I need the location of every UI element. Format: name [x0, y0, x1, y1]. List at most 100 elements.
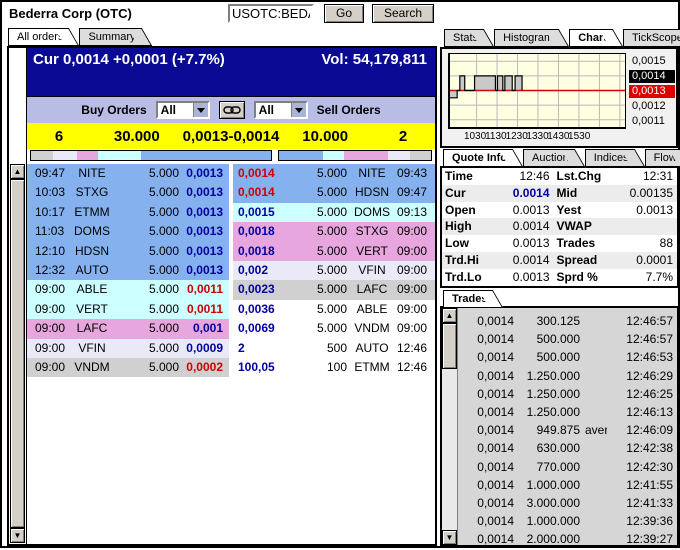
- trade-time: 12:39:27: [607, 530, 677, 548]
- tab-stats[interactable]: Stats: [444, 29, 482, 47]
- trade-row[interactable]: 0,00143.000.00012:41:33: [458, 494, 677, 512]
- trade-row[interactable]: 0,0014630.00012:42:38: [458, 439, 677, 457]
- order-price: 0,0013: [179, 164, 229, 183]
- trade-size: 630.000: [514, 439, 580, 457]
- order-row[interactable]: 09:00VFIN5.0000,0009: [27, 339, 229, 358]
- tab-all-orders[interactable]: All orders: [8, 28, 67, 46]
- trade-row[interactable]: 0,0014500.00012:46:53: [458, 348, 677, 366]
- market-maker: VERT: [347, 242, 397, 261]
- trade-price: 0,0014: [458, 312, 514, 330]
- scrollbar-track[interactable]: [442, 369, 457, 530]
- order-price: 0,0013: [179, 222, 229, 241]
- trades-list: 0,0014300.12512:46:570,0014500.00012:46:…: [457, 308, 677, 545]
- trade-time: 12:46:13: [607, 403, 677, 421]
- trade-note: [580, 367, 607, 385]
- tab-flow[interactable]: Flow: [645, 149, 680, 167]
- trade-row[interactable]: 0,0014949.875averag12:46:09: [458, 421, 677, 439]
- quote-row: Time12:46Lst.Chg12:31: [442, 168, 677, 185]
- trade-row[interactable]: 0,0014500.00012:46:57: [458, 330, 677, 348]
- buy-filter-select[interactable]: All: [156, 101, 210, 119]
- order-row[interactable]: 0,00145.000NITE09:43: [233, 164, 435, 183]
- scroll-up-icon[interactable]: ▲: [10, 164, 25, 179]
- trade-row[interactable]: 0,00141.250.00012:46:29: [458, 367, 677, 385]
- trade-row[interactable]: 0,00142.000.00012:39:27: [458, 530, 677, 548]
- trades-scrollbar[interactable]: ▲ ▼: [442, 308, 457, 545]
- order-row[interactable]: 2500AUTO12:46: [233, 339, 435, 358]
- bid-count: 6: [27, 128, 91, 145]
- order-price: 0,0002: [179, 358, 229, 377]
- trade-row[interactable]: 0,00141.250.00012:46:13: [458, 403, 677, 421]
- order-price: 0,0023: [233, 280, 293, 299]
- scroll-down-icon[interactable]: ▼: [442, 530, 457, 545]
- order-row[interactable]: 0,00145.000HDSN09:47: [233, 183, 435, 202]
- scroll-down-icon[interactable]: ▼: [10, 528, 25, 543]
- scroll-up-icon[interactable]: ▲: [442, 308, 457, 323]
- market-maker: DOMS: [67, 222, 117, 241]
- order-size: 5.000: [117, 339, 179, 358]
- sell-filter-select[interactable]: All: [254, 101, 308, 119]
- depth-segment-blue: [279, 151, 323, 160]
- tab-quote-info[interactable]: Quote Info: [443, 149, 511, 167]
- order-row[interactable]: 09:47NITE5.0000,0013: [27, 164, 229, 183]
- trade-row[interactable]: 0,0014770.00012:42:30: [458, 458, 677, 476]
- tab-chart[interactable]: Chart: [569, 29, 611, 47]
- order-time: 09:00: [27, 358, 67, 377]
- order-row[interactable]: 0,00185.000STXG09:00: [233, 222, 435, 241]
- quote-row: Cur0.0014Mid0.00135: [442, 185, 677, 202]
- order-row[interactable]: 0,00235.000LAFC09:00: [233, 280, 435, 299]
- order-price: 0,0036: [233, 300, 293, 319]
- tab-auction[interactable]: Auction: [523, 149, 573, 167]
- quote-label: Spread: [554, 252, 618, 269]
- market-maker: VERT: [67, 300, 117, 319]
- quote-value: 0.0014: [494, 252, 554, 269]
- order-price: 0,002: [233, 261, 293, 280]
- quote-label: Trd.Lo: [442, 269, 494, 286]
- order-row[interactable]: 11:03DOMS5.0000,0013: [27, 222, 229, 241]
- order-row[interactable]: 0,0025.000VFIN09:00: [233, 261, 435, 280]
- scrollbar-thumb[interactable]: [10, 179, 25, 528]
- order-row[interactable]: 10:17ETMM5.0000,0013: [27, 203, 229, 222]
- order-row[interactable]: 09:00ABLE5.0000,0011: [27, 280, 229, 299]
- order-row[interactable]: 10:03STXG5.0000,0013: [27, 183, 229, 202]
- order-row[interactable]: 0,00695.000VNDM09:00: [233, 319, 435, 338]
- go-button[interactable]: Go: [324, 4, 364, 23]
- trade-row[interactable]: 0,00141.250.00012:46:25: [458, 385, 677, 403]
- link-filters-button[interactable]: [219, 101, 245, 119]
- symbol-input[interactable]: [228, 4, 314, 23]
- tab-trades[interactable]: Trades: [443, 290, 491, 308]
- order-row[interactable]: 09:00VERT5.0000,0011: [27, 300, 229, 319]
- chevron-down-icon[interactable]: [291, 103, 306, 117]
- tab-histogram[interactable]: Histogram: [494, 29, 557, 47]
- trading-app-window: Bederra Corp (OTC) Go Search All ordersS…: [0, 0, 680, 548]
- market-maker: LAFC: [347, 280, 397, 299]
- trade-row[interactable]: 0,0014300.12512:46:57: [458, 312, 677, 330]
- trade-size: 1.250.000: [514, 403, 580, 421]
- trade-price: 0,0014: [458, 494, 514, 512]
- order-price: 0,0013: [179, 261, 229, 280]
- market-maker: STXG: [347, 222, 397, 241]
- order-time: 12:46: [397, 339, 435, 358]
- order-row[interactable]: 12:32AUTO5.0000,0013: [27, 261, 229, 280]
- scrollbar-thumb[interactable]: [442, 323, 457, 369]
- order-row[interactable]: 0,00185.000VERT09:00: [233, 242, 435, 261]
- order-row[interactable]: 09:00LAFC5.0000,001: [27, 319, 229, 338]
- chevron-down-icon[interactable]: [193, 103, 208, 117]
- tab-indices[interactable]: Indices: [585, 149, 633, 167]
- depth-segment-blue: [141, 151, 270, 160]
- order-price: 0,0014: [233, 164, 293, 183]
- tab-tickscope[interactable]: TickScope: [623, 29, 680, 47]
- order-row[interactable]: 0,00365.000ABLE09:00: [233, 300, 435, 319]
- order-row[interactable]: 100,05100ETMM12:46: [233, 358, 435, 377]
- order-size: 5.000: [117, 164, 179, 183]
- trade-time: 12:46:57: [607, 312, 677, 330]
- book-scrollbar[interactable]: ▲ ▼: [10, 164, 25, 543]
- order-row[interactable]: 0,00155.000DOMS09:13: [233, 203, 435, 222]
- order-row[interactable]: 09:00VNDM5.0000,0002: [27, 358, 229, 377]
- market-maker: DOMS: [347, 203, 397, 222]
- tab-summary[interactable]: Summary: [79, 28, 139, 46]
- order-row[interactable]: 12:10HDSN5.0000,0013: [27, 242, 229, 261]
- trade-row[interactable]: 0,00141.000.00012:41:55: [458, 476, 677, 494]
- search-button[interactable]: Search: [372, 4, 434, 23]
- trade-row[interactable]: 0,00141.000.00012:39:36: [458, 512, 677, 530]
- trade-size: 3.000.000: [514, 494, 580, 512]
